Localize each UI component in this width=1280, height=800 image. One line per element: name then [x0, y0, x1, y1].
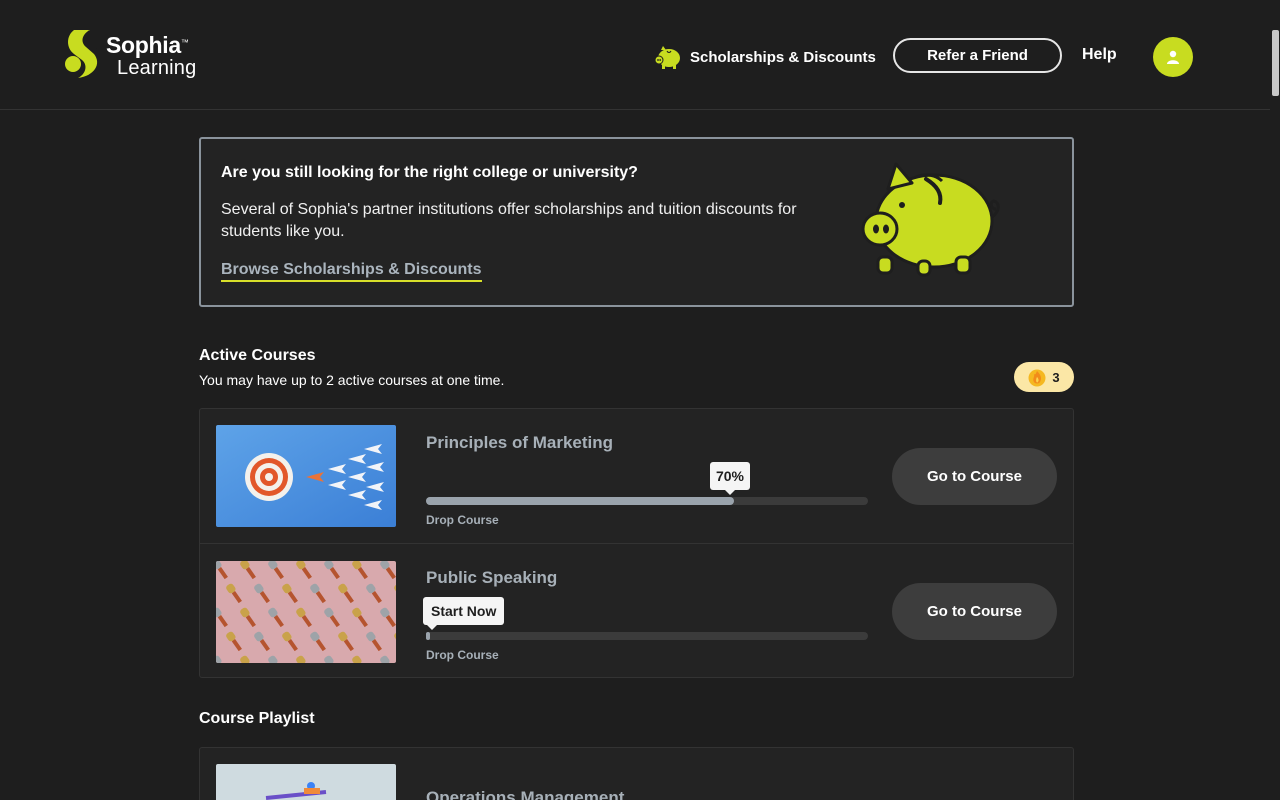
sophia-logo[interactable]: Sophia™ Learning — [64, 28, 209, 84]
refer-a-friend-button[interactable]: Refer a Friend — [893, 38, 1062, 73]
course-title[interactable]: Operations Management — [426, 788, 624, 800]
drop-course-link[interactable]: Drop Course — [426, 513, 499, 527]
course-thumbnail[interactable] — [216, 561, 396, 663]
operations-image — [216, 764, 396, 800]
course-row: Principles of Marketing 70% Drop Course … — [200, 409, 1073, 543]
logo-wordmark: Sophia™ — [106, 32, 189, 58]
user-icon — [1167, 50, 1179, 64]
go-to-course-button[interactable]: Go to Course — [892, 448, 1057, 505]
streak-badge[interactable]: 3 — [1014, 362, 1074, 392]
active-courses-list: Principles of Marketing 70% Drop Course … — [199, 408, 1074, 678]
help-link[interactable]: Help — [1082, 46, 1117, 64]
course-row: Public Speaking Start Now Drop Course Go… — [200, 543, 1073, 677]
flame-icon — [1028, 369, 1046, 387]
browse-scholarships-link[interactable]: Browse Scholarships & Discounts — [221, 261, 482, 282]
course-title[interactable]: Public Speaking — [426, 568, 557, 588]
scholarship-promo-card: Are you still looking for the right coll… — [199, 137, 1074, 307]
promo-body: Several of Sophia's partner institutions… — [221, 201, 797, 240]
active-courses-heading: Active Courses — [199, 347, 316, 364]
course-progress-bar — [426, 497, 868, 505]
start-now-tooltip[interactable]: Start Now — [423, 597, 505, 630]
streak-count: 3 — [1052, 369, 1060, 385]
go-to-course-button[interactable]: Go to Course — [892, 583, 1057, 640]
progress-tooltip: 70% — [710, 462, 750, 495]
course-playlist-heading: Course Playlist — [199, 710, 315, 727]
microphones-image — [216, 561, 396, 663]
logo-subtitle: Learning — [117, 57, 197, 79]
course-title[interactable]: Principles of Marketing — [426, 433, 613, 453]
nav-scholarships-discounts[interactable]: Scholarships & Discounts — [654, 42, 876, 72]
user-avatar-button[interactable] — [1153, 37, 1193, 77]
active-courses-subtitle: You may have up to 2 active courses at o… — [199, 372, 505, 388]
piggy-bank-icon — [861, 162, 1000, 277]
piggy-bank-icon — [654, 46, 680, 69]
page-scrollbar[interactable] — [1270, 0, 1280, 800]
drop-course-link[interactable]: Drop Course — [426, 648, 499, 662]
page-scrollbar-thumb[interactable] — [1272, 30, 1279, 96]
course-progress-fill — [426, 632, 430, 640]
course-progress-fill — [426, 497, 734, 505]
course-thumbnail[interactable] — [216, 425, 396, 527]
nav-scholarships-label: Scholarships & Discounts — [690, 48, 876, 66]
promo-title: Are you still looking for the right coll… — [221, 164, 638, 181]
sophia-logo-mark — [65, 30, 100, 78]
course-playlist-list: Operations Management — [199, 747, 1074, 800]
top-header: Sophia™ Learning Scholarships & Discount… — [0, 0, 1270, 110]
target-paper-planes-image — [216, 425, 396, 527]
course-thumbnail[interactable] — [216, 764, 396, 800]
course-progress-bar — [426, 632, 868, 640]
